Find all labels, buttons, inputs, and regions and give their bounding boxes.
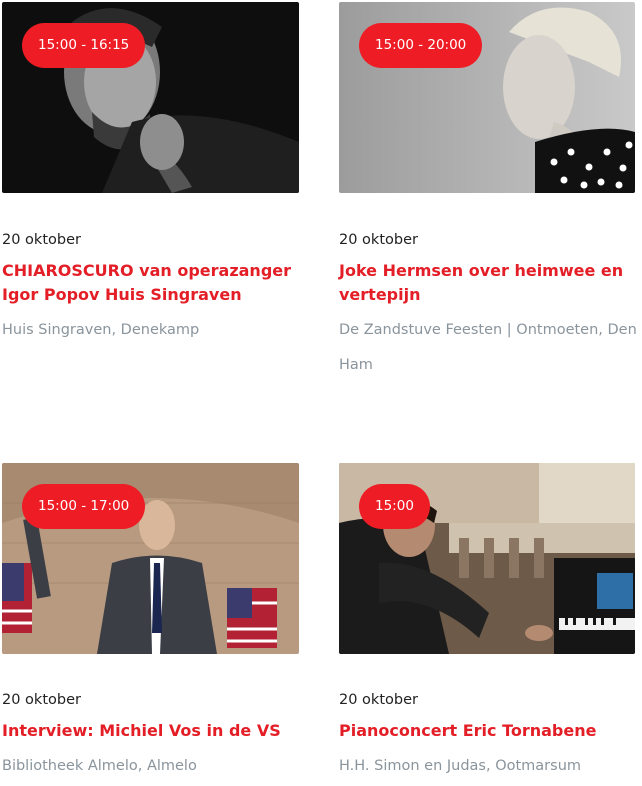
event-date: 20 oktober xyxy=(339,692,418,708)
event-card[interactable]: 15:00 - 17:00 20 oktober Interview: Mich… xyxy=(2,463,299,774)
event-image[interactable]: 15:00 - 16:15 xyxy=(2,2,299,193)
event-card[interactable]: 15:00 - 16:15 20 oktober CHIAROSCURO van… xyxy=(2,2,299,338)
event-time-badge: 15:00 - 17:00 xyxy=(22,484,146,529)
event-location: Huis Singraven, Denekamp xyxy=(2,322,200,338)
event-location: Bibliotheek Almelo, Almelo xyxy=(2,758,197,774)
event-card[interactable]: 15:00 - 20:00 20 oktober Joke Hermsen ov… xyxy=(339,2,637,373)
event-title-link[interactable]: Interview: Michiel Vos in de VS xyxy=(2,719,302,743)
event-location: H.H. Simon en Judas, Ootmarsum xyxy=(339,758,582,774)
event-title-link[interactable]: Pianoconcert Eric Tornabene xyxy=(339,719,639,743)
event-image[interactable]: 15:00 xyxy=(339,463,635,654)
event-time-badge: 15:00 xyxy=(359,484,430,529)
event-date: 20 oktober xyxy=(339,232,418,248)
event-time-badge: 15:00 - 16:15 xyxy=(22,23,146,68)
event-image[interactable]: 15:00 - 20:00 xyxy=(339,2,635,193)
event-title-link[interactable]: CHIAROSCURO van operazanger Igor Popov H… xyxy=(2,259,302,307)
event-card[interactable]: 15:00 20 oktober Pianoconcert Eric Torna… xyxy=(339,463,636,774)
event-time-badge: 15:00 - 20:00 xyxy=(359,23,483,68)
event-image[interactable]: 15:00 - 17:00 xyxy=(2,463,299,654)
event-title-link[interactable]: Joke Hermsen over heimwee en vertepijn xyxy=(339,259,639,307)
event-date: 20 oktober xyxy=(2,232,81,248)
event-location: De Zandstuve Feesten | Ontmoeten, Den Ha… xyxy=(339,322,637,373)
event-date: 20 oktober xyxy=(2,692,81,708)
